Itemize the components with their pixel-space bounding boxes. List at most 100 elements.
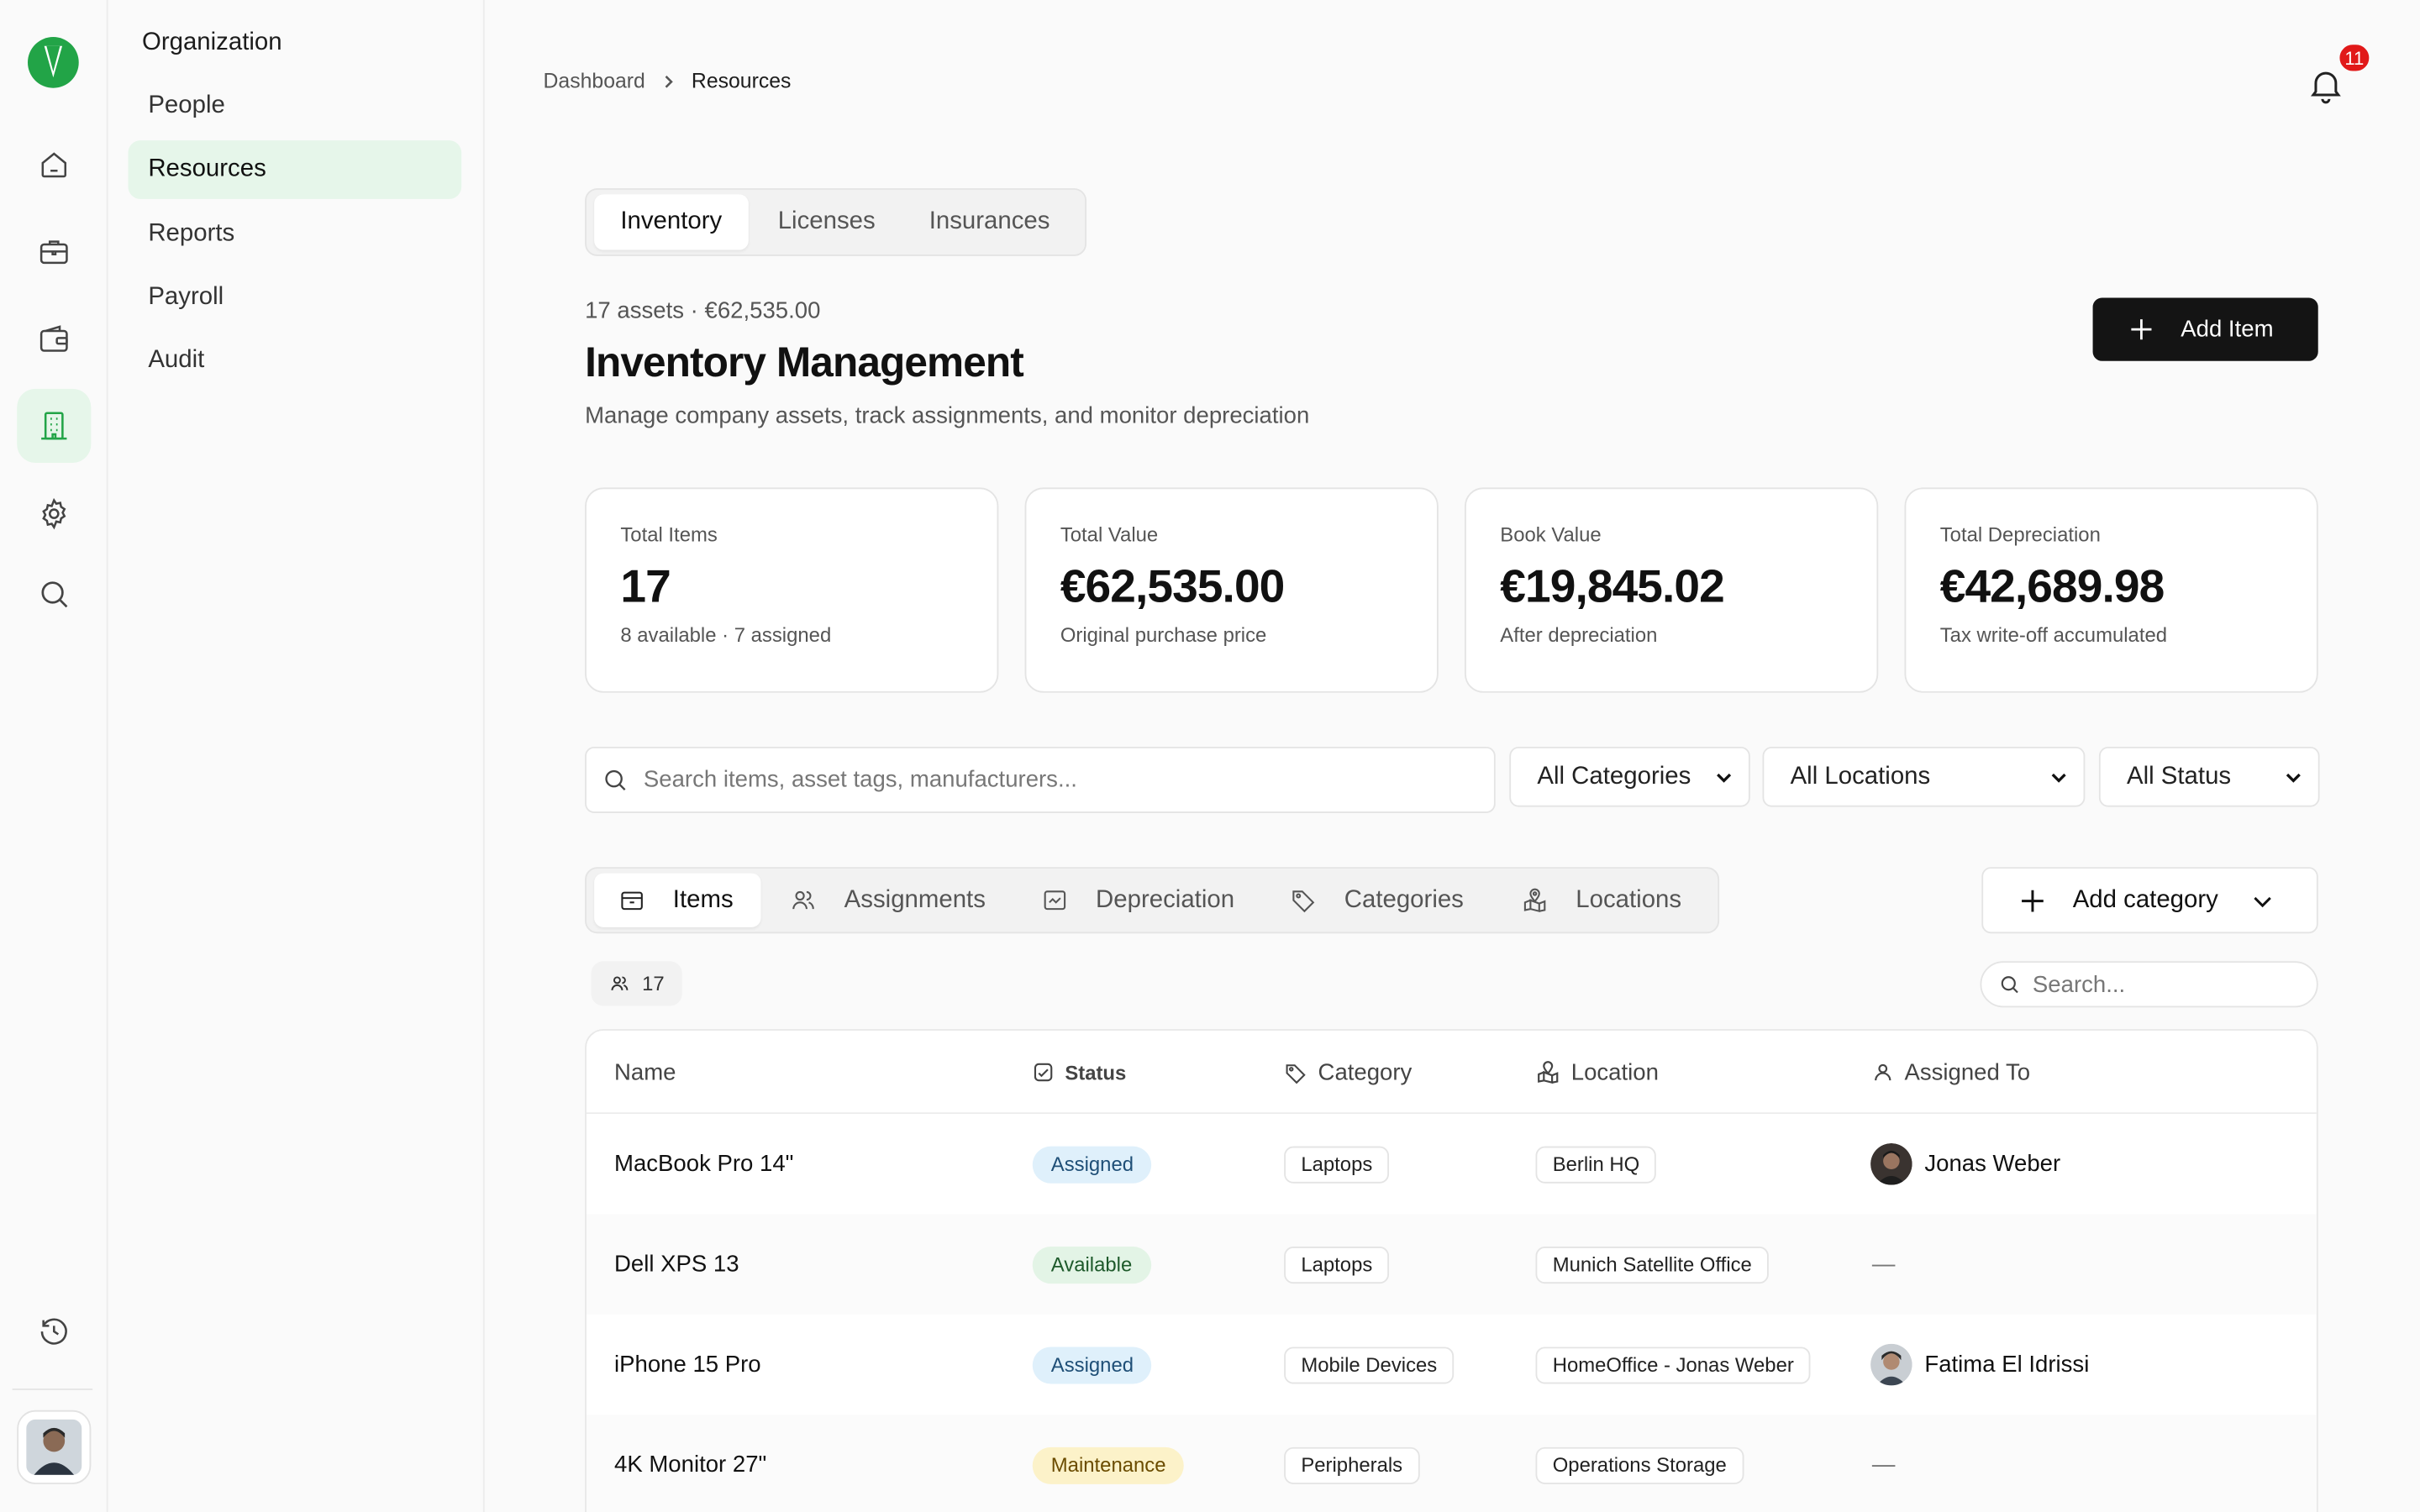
brand-logo-icon[interactable] — [26, 35, 80, 89]
bell-icon[interactable] — [2306, 65, 2346, 105]
status-badge: Maintenance — [1032, 1446, 1185, 1483]
chart-icon — [1044, 890, 1066, 911]
rail-home-button[interactable] — [17, 128, 91, 202]
avatar — [1870, 1142, 1912, 1185]
item-count-badge: 17 — [591, 961, 683, 1006]
breadcrumb-parent-link[interactable]: Dashboard — [544, 70, 645, 93]
assignee-name: Fatima El Idrissi — [1924, 1351, 2090, 1378]
stat-label: Book Value — [1500, 522, 1602, 547]
rail-history-button[interactable] — [17, 1294, 91, 1368]
stat-label: Total Depreciation — [1939, 522, 2101, 547]
item-name: iPhone 15 Pro — [614, 1351, 761, 1378]
location-tag: HomeOffice - Jonas Weber — [1535, 1346, 1812, 1383]
stat-card-total-items: Total Items 17 8 available · 7 assigned — [585, 487, 999, 693]
users-icon — [611, 976, 629, 990]
category-select-value: All Categories — [1537, 763, 1691, 790]
tab-insurances[interactable]: Insurances — [929, 194, 1050, 249]
tab-assignments[interactable]: Assignments — [790, 874, 986, 927]
breadcrumb: Dashboard Resources — [544, 70, 792, 93]
rail-wallet-button[interactable] — [17, 302, 91, 376]
stat-card-book-value: Book Value €19,845.02 After depreciation — [1465, 487, 1879, 693]
tab-items[interactable]: Items — [594, 873, 761, 927]
search-input[interactable] — [643, 766, 1446, 794]
column-header-category[interactable]: Category — [1284, 1031, 1412, 1114]
status-badge: Available — [1032, 1246, 1151, 1284]
status-select-value: All Status — [2126, 763, 2232, 790]
tab-categories-label: Categories — [1344, 886, 1464, 913]
stat-card-total-depreciation: Total Depreciation €42,689.98 Tax write-… — [1904, 487, 2318, 693]
tab-licenses[interactable]: Licenses — [778, 194, 876, 249]
sidebar-item-audit[interactable]: Audit — [128, 332, 461, 391]
table-search-input[interactable] — [2032, 971, 2296, 998]
table-row[interactable]: MacBook Pro 14" Assigned Laptops Berlin … — [587, 1114, 2317, 1214]
location-select[interactable]: All Locations — [1762, 746, 2086, 807]
tab-assignments-label: Assignments — [844, 886, 986, 913]
sidebar-item-payroll[interactable]: Payroll — [128, 269, 461, 328]
column-header-status[interactable]: Status — [1033, 1031, 1127, 1114]
location-tag: Munich Satellite Office — [1535, 1246, 1770, 1284]
category-tag: Peripherals — [1284, 1446, 1420, 1483]
avatar — [1870, 1343, 1912, 1386]
rail-divider — [12, 1389, 93, 1390]
plus-icon — [2131, 319, 2152, 340]
sidebar: Organization People Resources Reports Pa… — [108, 0, 485, 1512]
icon-rail — [0, 0, 108, 1512]
rail-building-button[interactable] — [17, 388, 92, 464]
status-select[interactable]: All Status — [2098, 746, 2320, 807]
table-row[interactable]: 4K Monitor 27" Maintenance Peripherals O… — [586, 1415, 2317, 1512]
clock-history-icon — [40, 1318, 67, 1345]
search-icon — [2001, 976, 2018, 994]
tab-items-label: Items — [672, 886, 734, 913]
stat-subtext: Original purchase price — [1060, 623, 1267, 647]
location-select-value: All Locations — [1790, 763, 1931, 790]
column-status-label: Status — [1065, 1060, 1127, 1084]
assignee: Fatima El Idrissi — [1870, 1315, 2089, 1415]
tab-depreciation[interactable]: Depreciation — [1042, 874, 1234, 927]
category-select[interactable]: All Categories — [1509, 746, 1750, 807]
column-header-location[interactable]: Location — [1536, 1031, 1659, 1114]
tab-inventory[interactable]: Inventory — [594, 194, 749, 250]
stat-card-total-value: Total Value €62,535.00 Original purchase… — [1024, 487, 1439, 693]
add-category-label: Add category — [2072, 886, 2218, 913]
item-name: Dell XPS 13 — [614, 1251, 739, 1278]
status-badge: Assigned — [1032, 1145, 1153, 1183]
app-root: Organization People Resources Reports Pa… — [0, 0, 2420, 1512]
assignee-name: Jonas Weber — [1924, 1151, 2061, 1178]
item-name: 4K Monitor 27" — [614, 1452, 767, 1478]
page-description: Manage company assets, track assignments… — [585, 402, 1310, 429]
chevron-down-icon — [2254, 896, 2272, 907]
rail-search-button[interactable] — [17, 557, 91, 631]
table-search — [1980, 961, 2318, 1008]
chevron-right-icon — [665, 75, 673, 87]
rail-briefcase-button[interactable] — [17, 214, 91, 288]
search-icon — [605, 769, 626, 790]
breadcrumb-current: Resources — [691, 69, 792, 93]
sidebar-heading: Organization — [141, 29, 282, 56]
tab-categories[interactable]: Categories — [1290, 874, 1464, 927]
stat-subtext: After depreciation — [1500, 623, 1658, 647]
tag-icon — [1286, 1063, 1306, 1084]
search-icon — [41, 581, 68, 608]
add-item-button[interactable]: Add Item — [2092, 297, 2318, 361]
status-badge: Assigned — [1032, 1346, 1153, 1383]
users-icon — [792, 890, 814, 910]
sidebar-item-resources[interactable]: Resources — [128, 140, 462, 199]
column-header-name[interactable]: Name — [614, 1031, 676, 1114]
tab-locations-label: Locations — [1576, 886, 1682, 913]
table-row[interactable]: iPhone 15 Pro Assigned Mobile Devices Ho… — [587, 1315, 2317, 1415]
column-header-assigned[interactable]: Assigned To — [1872, 1031, 2030, 1114]
location-tag: Berlin HQ — [1535, 1145, 1657, 1183]
briefcase-icon — [39, 240, 68, 265]
column-name-label: Name — [614, 1058, 676, 1086]
stat-subtext: 8 available · 7 assigned — [620, 623, 832, 647]
sidebar-item-people[interactable]: People — [128, 77, 461, 136]
sidebar-item-reports[interactable]: Reports — [128, 205, 461, 264]
tab-locations[interactable]: Locations — [1522, 874, 1681, 927]
stat-subtext: Tax write-off accumulated — [1939, 623, 2168, 647]
add-category-button[interactable]: Add category — [1981, 867, 2318, 934]
stat-value: 17 — [620, 561, 671, 613]
building-icon — [41, 412, 67, 440]
table-row[interactable]: Dell XPS 13 Available Laptops Munich Sat… — [586, 1214, 2317, 1315]
user-avatar-button[interactable] — [17, 1410, 92, 1484]
rail-settings-button[interactable] — [17, 477, 91, 551]
